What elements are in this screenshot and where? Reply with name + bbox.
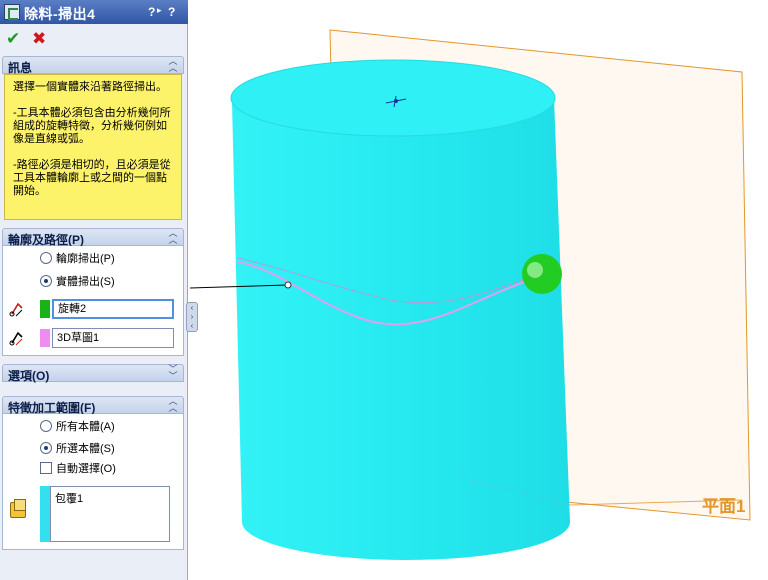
radio-label: 輪廓掃出(P) (56, 253, 115, 265)
graphics-viewport[interactable]: 平面1 (190, 0, 768, 580)
collapse-chevron-icon[interactable]: ︿ ︿ (167, 397, 179, 413)
path-selection-row: 3D草圖1 (4, 327, 182, 349)
message-paragraph: -路徑必須是相切的，且必須是從工具本體輪廓上或之間的一個點開始。 (13, 159, 171, 197)
message-paragraph: 選擇一個實體來沿著路徑掃出。 (13, 81, 167, 93)
path-color-swatch (40, 329, 50, 347)
tool-body-field[interactable]: 旋轉2 (52, 299, 174, 319)
radio-all-bodies[interactable] (40, 420, 52, 432)
radio-profile-sweep[interactable] (40, 252, 52, 264)
selected-bodies-list[interactable]: 包覆1 (50, 486, 170, 542)
checkbox-label: 自動選擇(O) (56, 463, 116, 475)
collapse-chevron-icon[interactable]: ︿ ︿ (167, 57, 179, 73)
expand-chevron-icon[interactable]: ﹀ ﹀ (167, 365, 179, 381)
solid-sweep-option[interactable]: 實體掃出(S) (40, 273, 115, 289)
tool-body-color-swatch (40, 300, 50, 318)
solid-bodies-icon (10, 499, 26, 518)
radio-solid-sweep[interactable] (40, 275, 52, 287)
path-icon (9, 331, 23, 346)
property-manager-panel: 除料-掃出4 ? ▸ ? ✔ ✖ 訊息 ︿ ︿ 選擇一個實體來沿著路徑掃出。 -工… (0, 0, 188, 580)
radio-selected-bodies[interactable] (40, 442, 52, 454)
radio-label: 所選本體(S) (56, 443, 115, 455)
cancel-button[interactable]: ✖ (32, 30, 46, 47)
leader-end-point (284, 281, 292, 289)
ok-button[interactable]: ✔ (6, 30, 20, 47)
radio-label: 所有本體(A) (56, 421, 115, 433)
cylinder-top-face[interactable] (230, 59, 556, 137)
message-box: 選擇一個實體來沿著路徑掃出。 -工具本體必須包含由分析幾何所組成的旋轉特徵，分析… (4, 74, 182, 220)
collapse-chevron-icon[interactable]: ︿ ︿ (167, 229, 179, 245)
tool-body-selection-row: 旋轉2 (4, 298, 182, 320)
options-section-header[interactable]: 選項(O) ﹀ ﹀ (2, 364, 184, 383)
radio-label: 實體掃出(S) (56, 276, 115, 288)
title-bar: 除料-掃出4 ? ▸ ? (0, 0, 188, 24)
help-arrow-icon[interactable]: ▸ (157, 5, 162, 16)
bodies-list-swatch (40, 486, 50, 542)
auto-select-checkbox[interactable] (40, 462, 52, 474)
help-button[interactable]: ? (148, 5, 155, 19)
auto-select-option[interactable]: 自動選擇(O) (40, 460, 116, 476)
feature-scope-section-header[interactable]: 特徵加工範圍(F) ︿ ︿ (2, 396, 184, 415)
profile-path-section-header[interactable]: 輪廓及路徑(P) ︿ ︿ (2, 228, 184, 247)
selected-bodies-option[interactable]: 所選本體(S) (40, 440, 115, 456)
feature-title: 除料-掃出4 (24, 6, 96, 22)
cylinder-body[interactable] (232, 98, 570, 560)
close-help-button[interactable]: ? (168, 5, 175, 19)
options-section-title: 選項(O) (8, 369, 50, 383)
message-section-header[interactable]: 訊息 ︿ ︿ (2, 56, 184, 75)
profile-sweep-option[interactable]: 輪廓掃出(P) (40, 250, 115, 266)
cut-sweep-feature-icon (4, 4, 20, 20)
list-item[interactable]: 包覆1 (55, 490, 165, 506)
plane-label: 平面1 (702, 497, 745, 516)
tool-body-icon (9, 302, 23, 317)
all-bodies-option[interactable]: 所有本體(A) (40, 418, 115, 434)
path-field[interactable]: 3D草圖1 (52, 328, 174, 348)
message-paragraph: -工具本體必須包含由分析幾何所組成的旋轉特徵，分析幾何例如像是直線或弧。 (13, 107, 171, 145)
tool-body-sphere[interactable] (522, 254, 562, 294)
